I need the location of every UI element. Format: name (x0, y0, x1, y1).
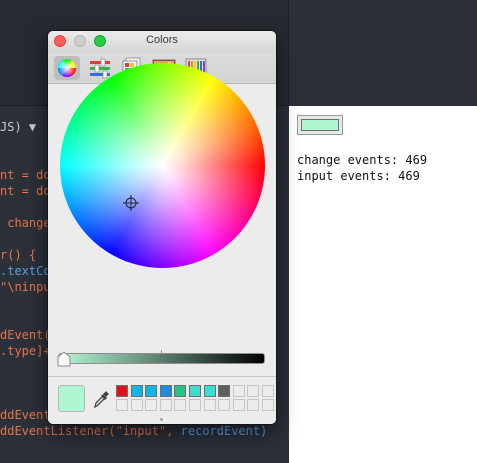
change-events-text: change events: 469 (297, 153, 428, 167)
color-swatch[interactable] (232, 385, 245, 397)
color-swatch[interactable] (159, 385, 172, 397)
color-swatch[interactable] (218, 385, 231, 397)
color-swatch[interactable] (174, 385, 187, 397)
resize-grip[interactable] (160, 418, 163, 421)
tab-color-sliders[interactable] (86, 56, 112, 80)
color-swatch[interactable] (145, 385, 158, 397)
color-sliders-icon (90, 58, 110, 79)
color-swatch[interactable] (174, 399, 187, 411)
color-swatch[interactable] (159, 399, 172, 411)
swatch-bar (48, 376, 276, 424)
code-line[interactable]: r() { (0, 247, 36, 263)
code-line[interactable]: ddEventListener("input", recordEvent) (0, 423, 267, 439)
language-selector[interactable]: JS) ▼ (0, 119, 36, 135)
color-swatch[interactable] (203, 399, 216, 411)
color-swatch[interactable] (247, 399, 260, 411)
color-swatch[interactable] (189, 399, 201, 411)
current-color-well[interactable] (58, 385, 85, 412)
input-events-text: input events: 469 (297, 169, 420, 183)
code-line[interactable]: nt = do (0, 183, 51, 199)
code-token: recordEvent) (180, 424, 268, 438)
color-swatch[interactable] (130, 399, 143, 411)
code-line[interactable]: .textCo (0, 263, 51, 279)
code-line[interactable]: .type]+ (0, 343, 51, 359)
color-swatch[interactable] (232, 399, 245, 411)
color-input[interactable] (297, 115, 343, 135)
color-wheel[interactable] (60, 63, 265, 268)
tab-color-wheel[interactable] (54, 56, 80, 80)
color-swatch[interactable] (116, 399, 128, 411)
code-token: ddEventListener("input", (0, 424, 181, 438)
crosshair-icon[interactable] (123, 195, 139, 211)
title-bar[interactable]: Colors (48, 31, 276, 53)
color-swatch[interactable] (130, 385, 143, 397)
color-swatch[interactable] (218, 399, 231, 411)
color-swatch[interactable] (145, 399, 158, 411)
code-line[interactable]: nt = do (0, 167, 51, 183)
code-line[interactable]: dEvent( (0, 327, 51, 343)
color-swatch[interactable] (262, 385, 274, 397)
color-wheel-icon (57, 58, 76, 78)
color-swatch[interactable] (262, 399, 274, 411)
code-line[interactable]: change (0, 215, 50, 231)
eyedropper-icon[interactable] (92, 391, 110, 409)
slider-knob[interactable] (57, 351, 71, 367)
preview-pane: change events: 469 input events: 469 (289, 106, 477, 463)
window-title: Colors (146, 34, 178, 46)
color-swatch[interactable] (203, 385, 216, 397)
colors-panel[interactable]: Colors (48, 31, 276, 424)
editor-divider (288, 0, 289, 105)
code-line[interactable]: ddEvent (0, 407, 51, 423)
brightness-slider[interactable] (58, 353, 265, 364)
code-line[interactable]: "\ninpu (0, 279, 51, 295)
color-input-swatch (301, 119, 339, 131)
color-swatch[interactable] (247, 385, 260, 397)
color-swatch[interactable] (116, 385, 128, 397)
color-swatch[interactable] (189, 385, 201, 397)
